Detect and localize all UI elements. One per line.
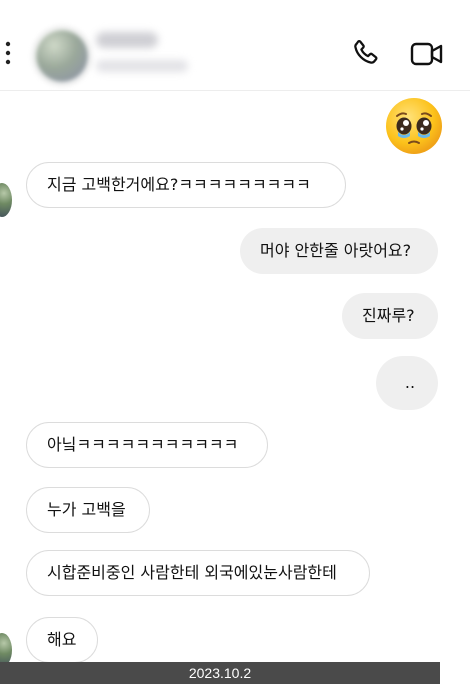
sent-message[interactable]: 진짜루? bbox=[342, 293, 438, 339]
date-stamp: 2023.10.2 bbox=[0, 662, 440, 684]
contact-avatar[interactable] bbox=[32, 26, 92, 86]
back-chevron-icon[interactable] bbox=[4, 40, 12, 66]
received-message[interactable]: 해요 bbox=[26, 617, 98, 663]
sender-avatar[interactable] bbox=[0, 183, 12, 217]
received-message[interactable]: 누가 고백을 bbox=[26, 487, 150, 533]
chat-header bbox=[0, 0, 470, 91]
pleading-face-emoji bbox=[386, 98, 442, 154]
phone-icon[interactable] bbox=[350, 38, 380, 68]
chat-screen: 지금 고백한거에요?ㅋㅋㅋㅋㅋㅋㅋㅋㅋ 머야 안한줄 아랏어요? 진짜루? ..… bbox=[0, 0, 470, 694]
received-message[interactable]: 지금 고백한거에요?ㅋㅋㅋㅋㅋㅋㅋㅋㅋ bbox=[26, 162, 346, 208]
contact-name-blurred[interactable] bbox=[96, 32, 158, 48]
video-camera-icon[interactable] bbox=[410, 40, 444, 68]
sent-message[interactable]: .. bbox=[376, 356, 438, 410]
received-message[interactable]: 아닠ㅋㅋㅋㅋㅋㅋㅋㅋㅋㅋㅋ bbox=[26, 422, 268, 468]
received-message[interactable]: 시합준비중인 사람한테 외국에있눈사람한테 bbox=[26, 550, 370, 596]
sent-message[interactable]: 머야 안한줄 아랏어요? bbox=[240, 228, 438, 274]
contact-username-blurred bbox=[96, 60, 188, 72]
